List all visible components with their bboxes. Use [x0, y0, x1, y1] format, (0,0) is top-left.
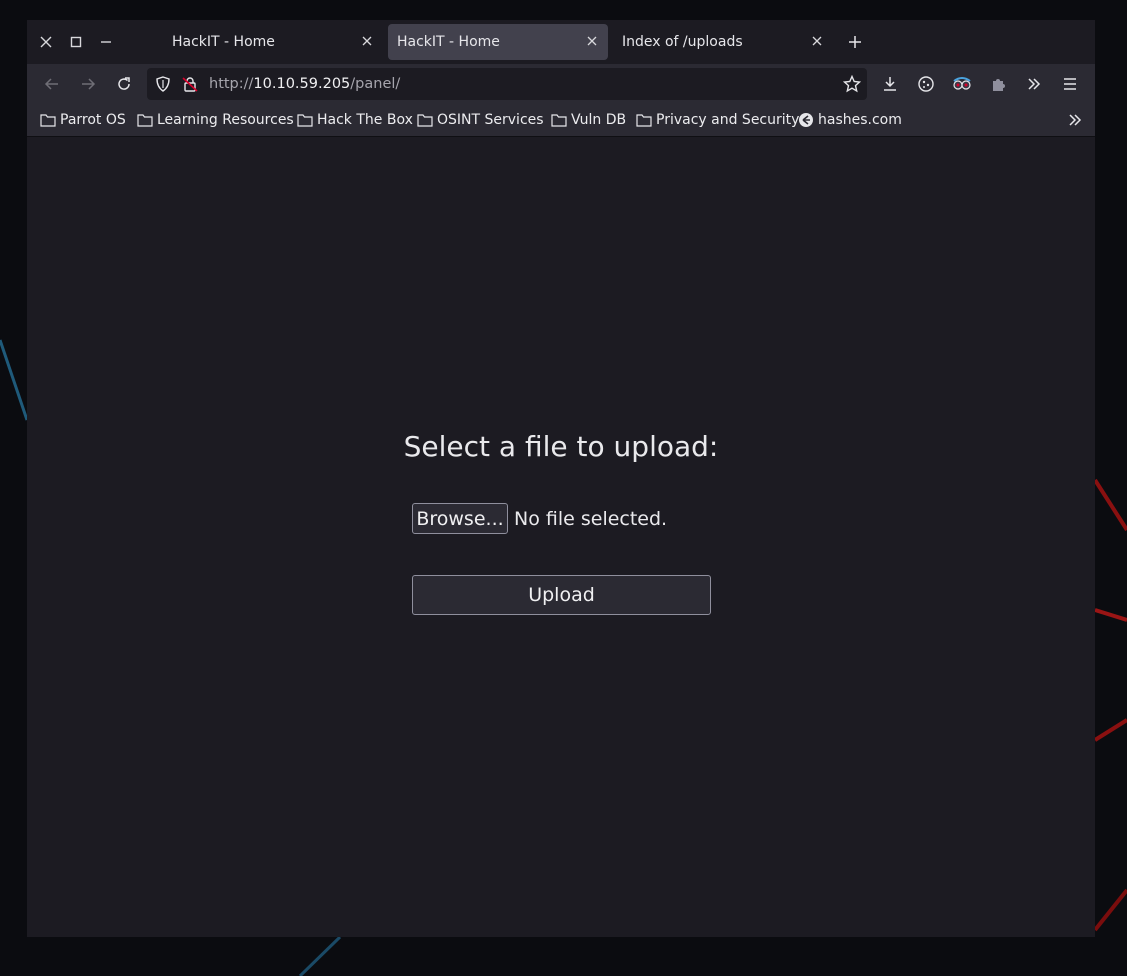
- url-bar[interactable]: http://10.10.59.205/panel/: [147, 68, 867, 100]
- folder-icon: [297, 114, 313, 127]
- close-tab-icon[interactable]: [584, 33, 600, 49]
- bookmark-label: hashes.com: [818, 112, 902, 128]
- forward-arrow-icon[interactable]: [76, 72, 100, 96]
- folder-icon: [551, 114, 567, 127]
- extension-puzzle-icon[interactable]: [986, 72, 1010, 96]
- tab-hackit-home-1[interactable]: HackIT - Home: [163, 24, 383, 60]
- file-status-text: No file selected.: [514, 508, 668, 530]
- bookmark-privacy-and-security[interactable]: Privacy and Security: [636, 110, 799, 130]
- upload-button[interactable]: Upload: [412, 575, 711, 615]
- bookmark-vuln-db[interactable]: Vuln DB: [551, 110, 626, 130]
- shield-icon[interactable]: [155, 76, 171, 96]
- minimize-window-icon[interactable]: [94, 30, 118, 54]
- close-window-icon[interactable]: [34, 30, 58, 54]
- browse-file-button[interactable]: Browse...: [412, 503, 508, 534]
- folder-icon: [137, 114, 153, 127]
- close-tab-icon[interactable]: [359, 33, 375, 49]
- cookie-extension-icon[interactable]: [914, 72, 938, 96]
- browser-window: HackIT - Home HackIT - Home Index of /up…: [27, 20, 1095, 937]
- maximize-window-icon[interactable]: [64, 30, 88, 54]
- bookmark-hashes-com[interactable]: hashes.com: [798, 110, 902, 130]
- upload-heading: Select a file to upload:: [403, 430, 719, 463]
- bookmarks-overflow-icon[interactable]: [1065, 110, 1085, 130]
- tab-title: HackIT - Home: [172, 34, 275, 50]
- bookmark-label: OSINT Services: [437, 112, 544, 128]
- folder-icon: [40, 114, 56, 127]
- navigation-toolbar: http://10.10.59.205/panel/: [27, 64, 1095, 104]
- folder-icon: [417, 114, 433, 127]
- bookmark-label: Parrot OS: [60, 112, 126, 128]
- bookmark-hack-the-box[interactable]: Hack The Box: [297, 110, 413, 130]
- url-text[interactable]: http://10.10.59.205/panel/: [209, 76, 400, 92]
- url-host: 10.10.59.205: [253, 76, 351, 92]
- hamburger-menu-icon[interactable]: [1058, 72, 1082, 96]
- page-content: Select a file to upload: Browse... No fi…: [27, 137, 1095, 937]
- foxyproxy-extension-icon[interactable]: [950, 72, 974, 96]
- new-tab-icon[interactable]: [843, 30, 867, 54]
- tab-index-of-uploads[interactable]: Index of /uploads: [613, 24, 833, 60]
- downloads-icon[interactable]: [878, 72, 902, 96]
- bookmarks-toolbar: Parrot OS Learning Resources Hack The Bo…: [27, 104, 1095, 137]
- folder-icon: [636, 114, 652, 127]
- bookmark-label: Learning Resources: [157, 112, 294, 128]
- bookmark-label: Hack The Box: [317, 112, 413, 128]
- bookmark-label: Vuln DB: [571, 112, 627, 128]
- tab-title: Index of /uploads: [622, 34, 743, 50]
- tab-title: HackIT - Home: [397, 34, 500, 50]
- tab-hackit-home-2[interactable]: HackIT - Home: [388, 24, 608, 60]
- back-arrow-icon[interactable]: [40, 72, 64, 96]
- bookmark-learning-resources[interactable]: Learning Resources: [137, 110, 294, 130]
- close-tab-icon[interactable]: [809, 33, 825, 49]
- bookmark-label: Privacy and Security: [656, 112, 800, 128]
- reload-icon[interactable]: [112, 72, 136, 96]
- overflow-menu-icon[interactable]: [1022, 72, 1046, 96]
- bookmark-osint-services[interactable]: OSINT Services: [417, 110, 544, 130]
- site-icon: [799, 113, 813, 127]
- bookmark-parrot-os[interactable]: Parrot OS: [40, 110, 126, 130]
- bookmark-star-icon[interactable]: [842, 74, 862, 97]
- tab-bar: HackIT - Home HackIT - Home Index of /up…: [27, 20, 1095, 64]
- url-prefix: http://: [209, 76, 254, 92]
- insecure-lock-icon[interactable]: [182, 76, 198, 96]
- url-path: /panel/: [350, 76, 401, 92]
